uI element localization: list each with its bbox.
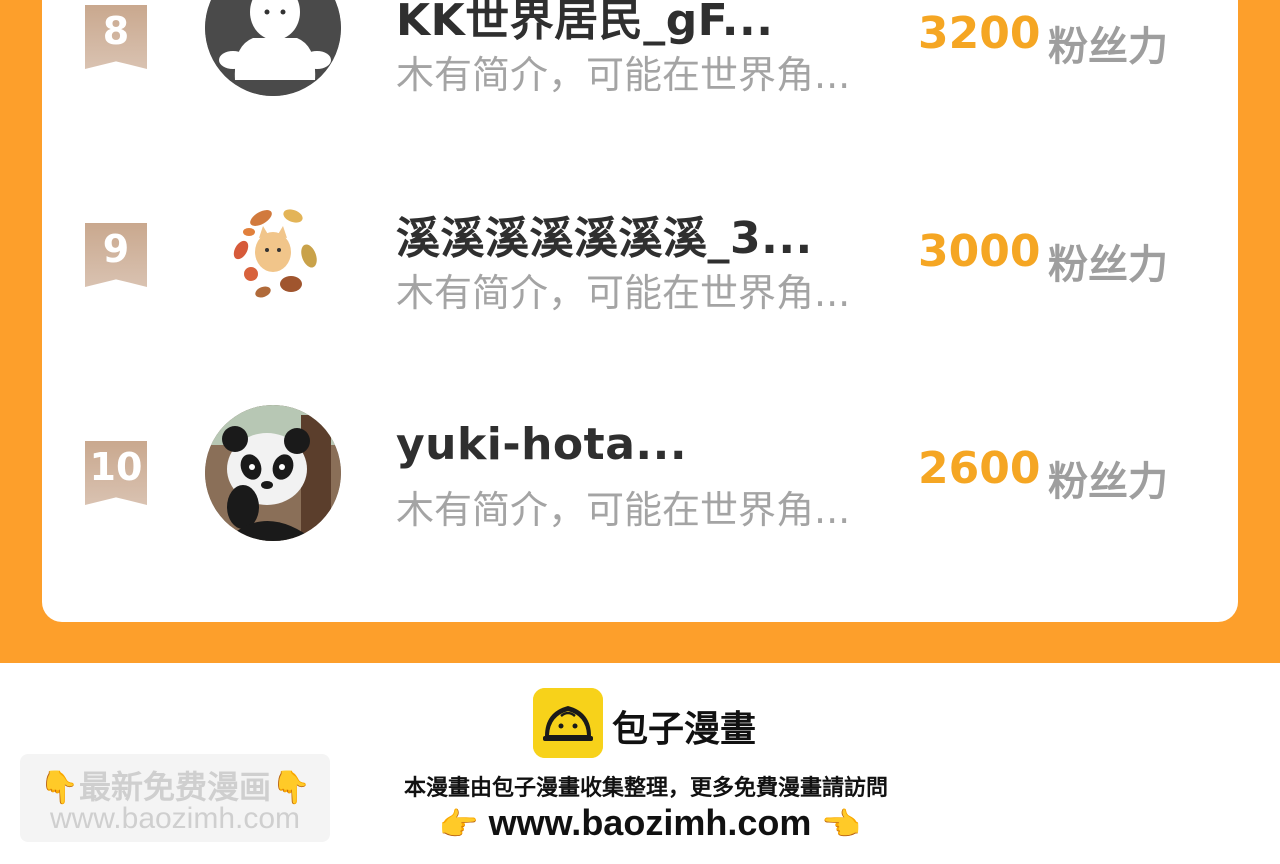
ranking-row[interactable]: 10 yuki-hota... 木有简介，可能在世界角... 2600 粉丝力	[0, 405, 1280, 545]
panda-avatar[interactable]	[205, 405, 341, 541]
pointing-right-hand-icon: 👉	[438, 806, 479, 842]
fans-count: 3200	[918, 8, 1041, 59]
ranking-row[interactable]: 9 溪溪溪溪溪溪溪_3... 木有简介，可能在世界角... 3000 粉丝力	[0, 188, 1280, 328]
fans-count: 2600	[918, 443, 1041, 494]
fans-unit: 粉丝力	[1048, 459, 1168, 505]
rank-badge: 8	[85, 5, 147, 69]
autumn-cat-avatar-icon	[205, 188, 341, 324]
autumn-cat-avatar[interactable]	[205, 188, 341, 324]
user-bio: 木有简介，可能在世界角...	[396, 53, 851, 97]
fans-unit: 粉丝力	[1048, 24, 1168, 70]
footer-url-line[interactable]: 👉 www.baozimh.com 👈	[0, 802, 1280, 844]
ranking-row[interactable]: 8 KK世界居民_gF... 木有简介，可能在世界角... 3200 粉丝力	[0, 0, 1280, 110]
user-bio: 木有简介，可能在世界角...	[396, 488, 851, 532]
rank-badge: 10	[85, 441, 147, 505]
user-name[interactable]: yuki-hota...	[396, 419, 687, 470]
fans-unit: 粉丝力	[1048, 242, 1168, 288]
credit-text: 本漫畫由包子漫畫收集整理，更多免費漫畫請訪問	[403, 776, 888, 801]
fans-count: 3000	[918, 226, 1041, 277]
user-name[interactable]: 溪溪溪溪溪溪溪_3...	[396, 202, 813, 266]
panda-avatar-icon	[205, 405, 341, 541]
user-name[interactable]: KK世界居民_gF...	[396, 0, 773, 48]
ghost-avatar[interactable]	[205, 0, 341, 96]
baozi-logo-icon[interactable]	[533, 688, 603, 758]
brand-name: 包子漫畫	[612, 709, 757, 750]
pointing-left-hand-icon: 👈	[821, 806, 862, 842]
ghost-avatar-icon	[205, 0, 341, 96]
baozi-bun-icon	[533, 688, 603, 758]
rank-badge: 9	[85, 223, 147, 287]
site-url[interactable]: www.baozimh.com	[489, 802, 812, 843]
user-bio: 木有简介，可能在世界角...	[396, 271, 851, 315]
